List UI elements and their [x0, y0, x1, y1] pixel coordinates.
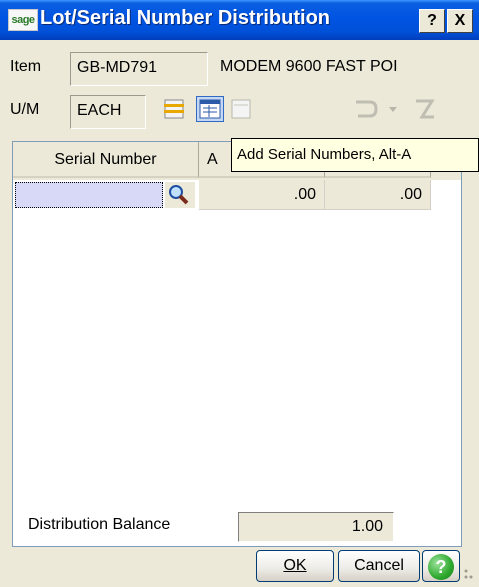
list-icon[interactable]	[160, 96, 188, 122]
undo-icon[interactable]	[352, 96, 382, 122]
item-description: MODEM 9600 FAST POI	[220, 58, 398, 75]
distribution-balance-label: Distribution Balance	[28, 516, 171, 533]
help-button[interactable]: ?	[422, 550, 460, 582]
resize-grip-icon[interactable]	[462, 565, 476, 583]
serial-number-input[interactable]	[15, 182, 163, 208]
sage-logo: sage	[8, 9, 38, 31]
cancel-button[interactable]: Cancel	[338, 550, 420, 582]
distribution-balance-field: 1.00	[238, 512, 394, 542]
magnifier-icon	[169, 185, 189, 205]
um-value: EACH	[77, 102, 122, 119]
dropdown-arrow-icon[interactable]	[386, 96, 400, 122]
col3-cell[interactable]: .00	[325, 180, 431, 210]
column-serial-number[interactable]: Serial Number	[13, 142, 199, 178]
blank-icon[interactable]	[228, 96, 256, 122]
item-field[interactable]: GB-MD791	[70, 52, 208, 86]
delete-icon[interactable]	[410, 96, 440, 122]
um-label: U/M	[10, 101, 40, 118]
table-row[interactable]: .00 .00	[13, 180, 461, 210]
window-title: Lot/Serial Number Distribution	[40, 7, 331, 29]
ok-label: OK	[283, 557, 307, 574]
item-value: GB-MD791	[77, 59, 158, 76]
ok-button[interactable]: OK	[256, 550, 334, 582]
close-button[interactable]: X	[447, 9, 473, 33]
serial-grid[interactable]: Serial Number A .00 .00	[12, 141, 462, 547]
title-help-button[interactable]: ?	[419, 9, 445, 33]
cancel-label: Cancel	[354, 557, 404, 574]
tooltip: Add Serial Numbers, Alt-A	[231, 138, 479, 172]
add-serial-numbers-icon[interactable]	[196, 96, 224, 122]
lot-serial-dialog: sage Lot/Serial Number Distribution ? X …	[0, 0, 479, 587]
quantity-cell[interactable]: .00	[199, 180, 325, 210]
title-bar[interactable]: sage Lot/Serial Number Distribution ? X	[0, 0, 479, 40]
item-label: Item	[10, 58, 42, 75]
help-icon: ?	[428, 554, 454, 580]
um-field[interactable]: EACH	[70, 95, 146, 129]
lookup-button[interactable]	[165, 182, 195, 208]
